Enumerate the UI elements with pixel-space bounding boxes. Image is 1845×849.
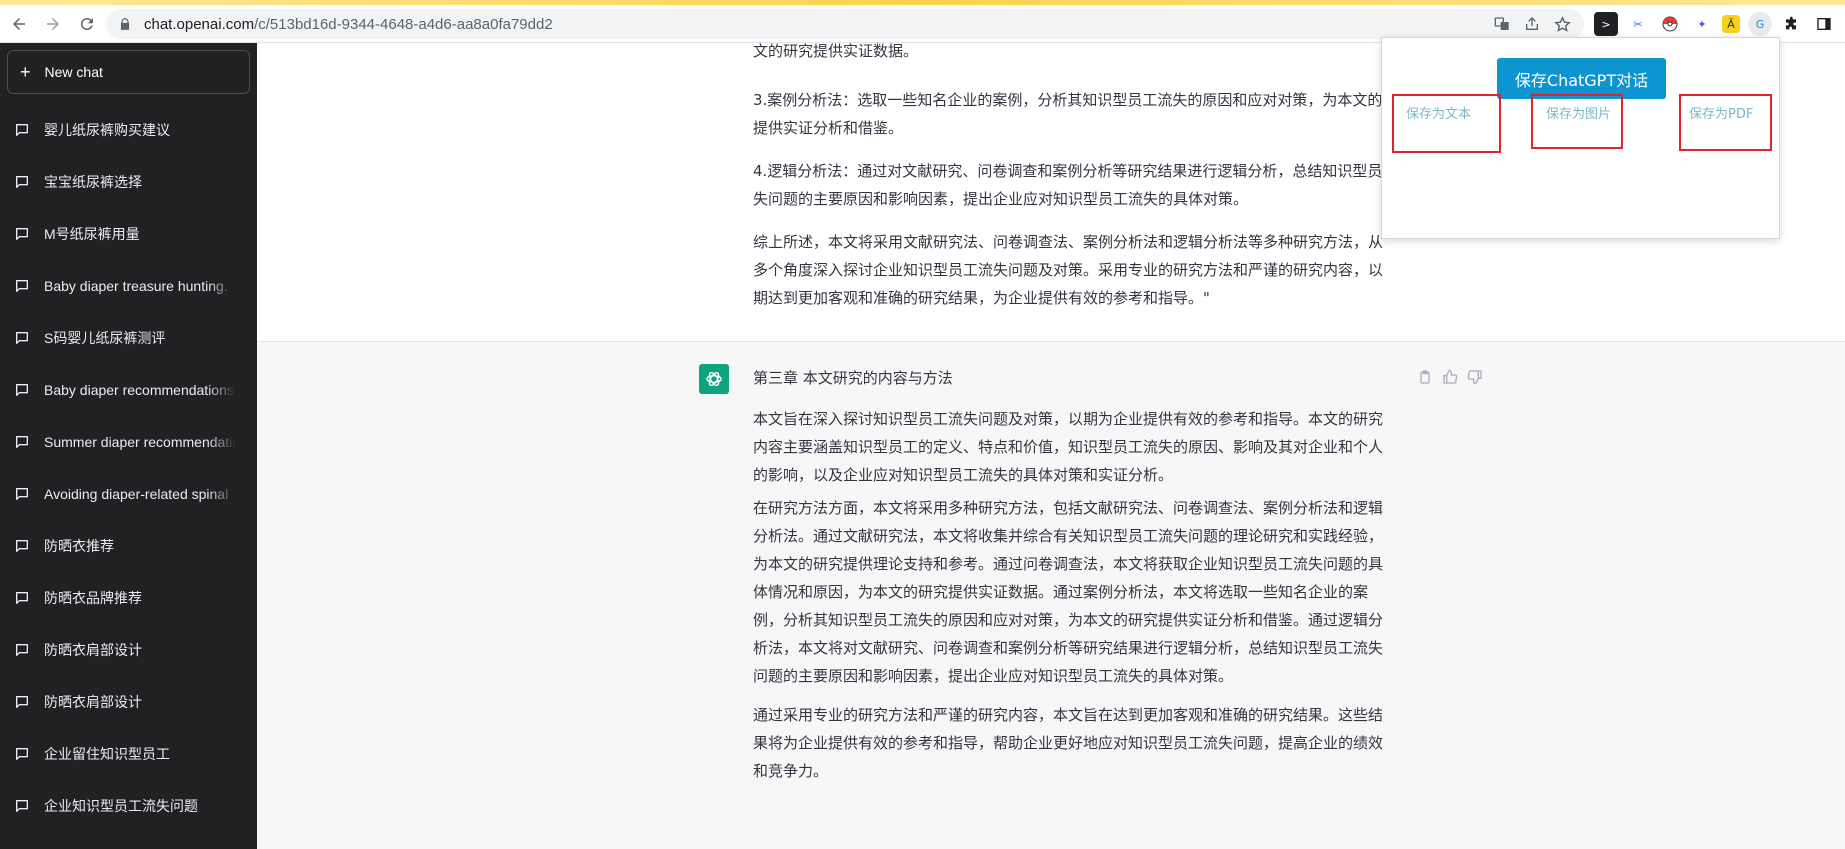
reload-button[interactable]: [72, 9, 102, 39]
chat-bubble-icon: [16, 644, 28, 656]
chat-history-label: 防晒衣肩部设计: [44, 642, 142, 658]
back-button[interactable]: [4, 9, 34, 39]
chat-history-label: Baby diaper treasure hunting.: [44, 278, 228, 294]
save-as-image-link[interactable]: 保存为图片: [1546, 103, 1611, 122]
chat-history-label: Avoiding diaper-related spinal: [44, 486, 229, 502]
translate-icon[interactable]: [1492, 14, 1512, 34]
chat-bubble-icon: [16, 540, 28, 552]
save-as-text-link[interactable]: 保存为文本: [1406, 103, 1471, 122]
star-icon[interactable]: [1552, 14, 1572, 34]
chat-history-item[interactable]: 婴儿纸尿裤购买建议: [0, 104, 257, 156]
thumbs-up-icon[interactable]: [1442, 369, 1458, 385]
chat-history-label: 防晒衣品牌推荐: [44, 590, 142, 606]
chat-history-label: 企业留住知识型员工: [44, 746, 170, 762]
copy-icon[interactable]: [1417, 369, 1433, 385]
lock-icon[interactable]: [118, 17, 132, 31]
chatgpt-save-extension-icon[interactable]: G: [1748, 12, 1772, 36]
chat-history-item[interactable]: 防晒衣肩部设计: [0, 624, 257, 676]
puzzle-extensions-icon[interactable]: [1780, 12, 1804, 36]
arrow-left-icon: [13, 17, 25, 30]
chat-history-label: 婴儿纸尿裤购买建议: [44, 122, 170, 138]
chat-history-item[interactable]: 企业留住知识型员工: [0, 728, 257, 780]
assistant-title: 第三章 本文研究的内容与方法: [753, 369, 953, 387]
chat-history-label: M号纸尿裤用量: [44, 226, 140, 242]
new-chat-label: New chat: [44, 64, 103, 80]
forward-button[interactable]: [38, 9, 68, 39]
chat-history-item[interactable]: Avoiding diaper-related spinal: [0, 468, 257, 520]
address-url: chat.openai.com/c/513bd16d-9344-4648-a4d…: [144, 15, 553, 33]
side-panel-icon[interactable]: [1812, 12, 1836, 36]
scissors-extension-icon[interactable]: ✂: [1626, 12, 1650, 36]
message-actions: [1417, 369, 1483, 385]
chat-bubble-icon: [16, 488, 28, 500]
chat-bubble-icon: [16, 384, 28, 396]
translator-extension-icon[interactable]: Ā: [1722, 15, 1740, 33]
chat-history-item[interactable]: 防晒衣肩部设计: [0, 676, 257, 728]
arrow-right-icon: [47, 17, 59, 30]
chat-history-label: 防晒衣肩部设计: [44, 694, 142, 710]
chat-history-list: 婴儿纸尿裤购买建议 宝宝纸尿裤选择 M号纸尿裤用量 Baby diaper treas…: [0, 104, 257, 849]
chat-bubble-icon: [16, 176, 28, 188]
chat-bubble-icon: [16, 800, 28, 812]
thumbs-down-icon[interactable]: [1467, 369, 1483, 385]
sidebar: + New chat 婴儿纸尿裤购买建议 宝宝纸尿裤选择 M号纸尿裤用量 Baby d…: [0, 43, 257, 849]
chat-history-item[interactable]: S码婴儿纸尿裤测评: [0, 312, 257, 364]
chat-history-label: 企业知识型员工流失问题: [44, 798, 198, 814]
openai-logo-icon: [706, 371, 722, 387]
share-icon[interactable]: [1522, 14, 1542, 34]
chat-history-item[interactable]: 宝宝纸尿裤选择: [0, 156, 257, 208]
reload-icon: [80, 17, 93, 30]
chat-history-item[interactable]: Summer diaper recommendations: [0, 416, 257, 468]
user-message-paragraph: 3.案例分析法：选取一些知名企业的案例，分析其知识型员工流失的原因和应对对策，为…: [753, 91, 1413, 137]
save-as-pdf-link[interactable]: 保存为PDF: [1689, 103, 1753, 122]
chat-history-label: Summer diaper recommendations: [44, 434, 236, 450]
chat-bubble-icon: [16, 332, 28, 344]
sparkle-extension-icon[interactable]: ✦: [1690, 12, 1714, 36]
user-message-line: 文的研究提供实证数据。: [753, 43, 919, 60]
new-chat-button[interactable]: + New chat: [7, 50, 250, 94]
chat-history-item[interactable]: Baby diaper recommendations: [0, 364, 257, 416]
chat-history-label: Baby diaper recommendations: [44, 382, 234, 398]
chatgpt-avatar: [699, 364, 729, 394]
save-chatgpt-popup: 保存ChatGPT对话 保存为文本 保存为图片 保存为PDF: [1381, 37, 1780, 239]
chat-history-label: 宝宝纸尿裤选择: [44, 174, 142, 190]
user-message-paragraph: 4.逻辑分析法：通过对文献研究、问卷调查和案例分析等研究结果进行逻辑分析，总结知…: [753, 162, 1413, 208]
terminal-extension-icon[interactable]: >: [1594, 12, 1618, 36]
assistant-paragraph: 通过采用专业的研究方法和严谨的研究内容，本文旨在达到更加客观和准确的研究结果。这…: [753, 706, 1384, 780]
chat-history-label: S码婴儿纸尿裤测评: [44, 330, 166, 346]
chat-bubble-icon: [16, 124, 28, 136]
chat-history-item[interactable]: 网络安全漏洞防范: [0, 832, 257, 849]
chat-bubble-icon: [16, 436, 28, 448]
assistant-paragraph: 本文旨在深入探讨知识型员工流失问题及对策，以期为企业提供有效的参考和指导。本文的…: [753, 410, 1384, 484]
chat-history-item[interactable]: 企业知识型员工流失问题: [0, 780, 257, 832]
chat-bubble-icon: [16, 592, 28, 604]
chat-bubble-icon: [16, 228, 28, 240]
chat-history-item[interactable]: Baby diaper treasure hunting.: [0, 260, 257, 312]
chat-bubble-icon: [16, 696, 28, 708]
assistant-paragraph: 在研究方法方面，本文将采用多种研究方法，包括文献研究法、问卷调查法、案例分析法和…: [753, 499, 1384, 685]
chat-history-item[interactable]: 防晒衣品牌推荐: [0, 572, 257, 624]
address-bar[interactable]: chat.openai.com/c/513bd16d-9344-4648-a4d…: [106, 9, 1584, 39]
save-chatgpt-button[interactable]: 保存ChatGPT对话: [1497, 58, 1666, 99]
chat-bubble-icon: [16, 280, 28, 292]
chat-history-item[interactable]: 防晒衣推荐: [0, 520, 257, 572]
chat-history-label: 防晒衣推荐: [44, 538, 114, 554]
plus-icon: +: [20, 61, 31, 82]
chat-history-item[interactable]: M号纸尿裤用量: [0, 208, 257, 260]
user-message-paragraph: 综上所述，本文将采用文献研究法、问卷调查法、案例分析法和逻辑分析法等多种研究方法…: [753, 233, 1384, 307]
pokeball-extension-icon[interactable]: [1658, 12, 1682, 36]
chat-bubble-icon: [16, 748, 28, 760]
